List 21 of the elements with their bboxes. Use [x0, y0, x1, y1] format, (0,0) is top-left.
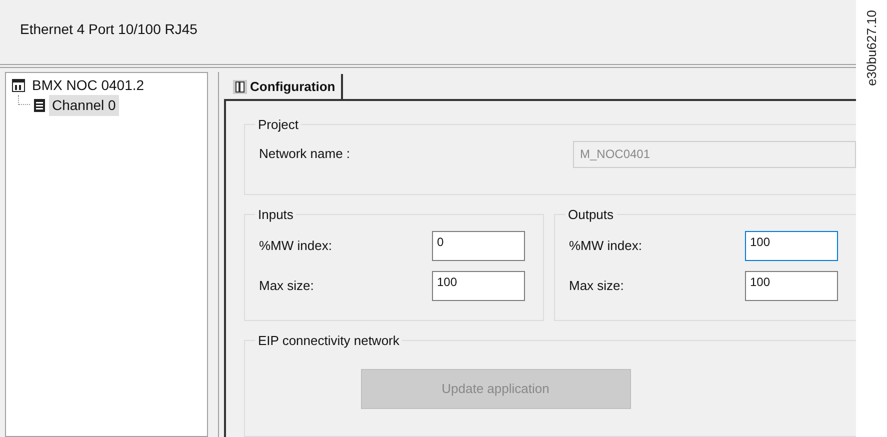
- tree-item[interactable]: BMX NOC 0401.2: [29, 74, 148, 96]
- module-icon: [12, 78, 25, 92]
- field-label: Network name :: [259, 145, 350, 164]
- tree-item[interactable]: Channel 0: [49, 94, 119, 116]
- input-field[interactable]: 100: [745, 270, 838, 300]
- input-field[interactable]: 0: [432, 230, 525, 260]
- group-title: Inputs: [257, 206, 294, 224]
- field-label: %MW index:: [259, 236, 332, 255]
- field-label: %MW index:: [569, 236, 642, 255]
- group-title: EIP connectivity network: [257, 332, 400, 350]
- tree-connector: [18, 95, 30, 105]
- field-label: Max size:: [569, 276, 624, 295]
- figure-id: e30bu627.10: [862, 10, 880, 86]
- document-icon: [34, 98, 45, 112]
- input-field[interactable]: 100: [745, 230, 838, 260]
- group-title: Project: [257, 116, 300, 134]
- input-field[interactable]: 100: [432, 270, 525, 300]
- header-title: Ethernet 4 Port 10/100 RJ45: [20, 21, 198, 37]
- field-label: Max size:: [259, 276, 314, 295]
- module-icon: [233, 80, 247, 94]
- group-title: Outputs: [567, 206, 615, 224]
